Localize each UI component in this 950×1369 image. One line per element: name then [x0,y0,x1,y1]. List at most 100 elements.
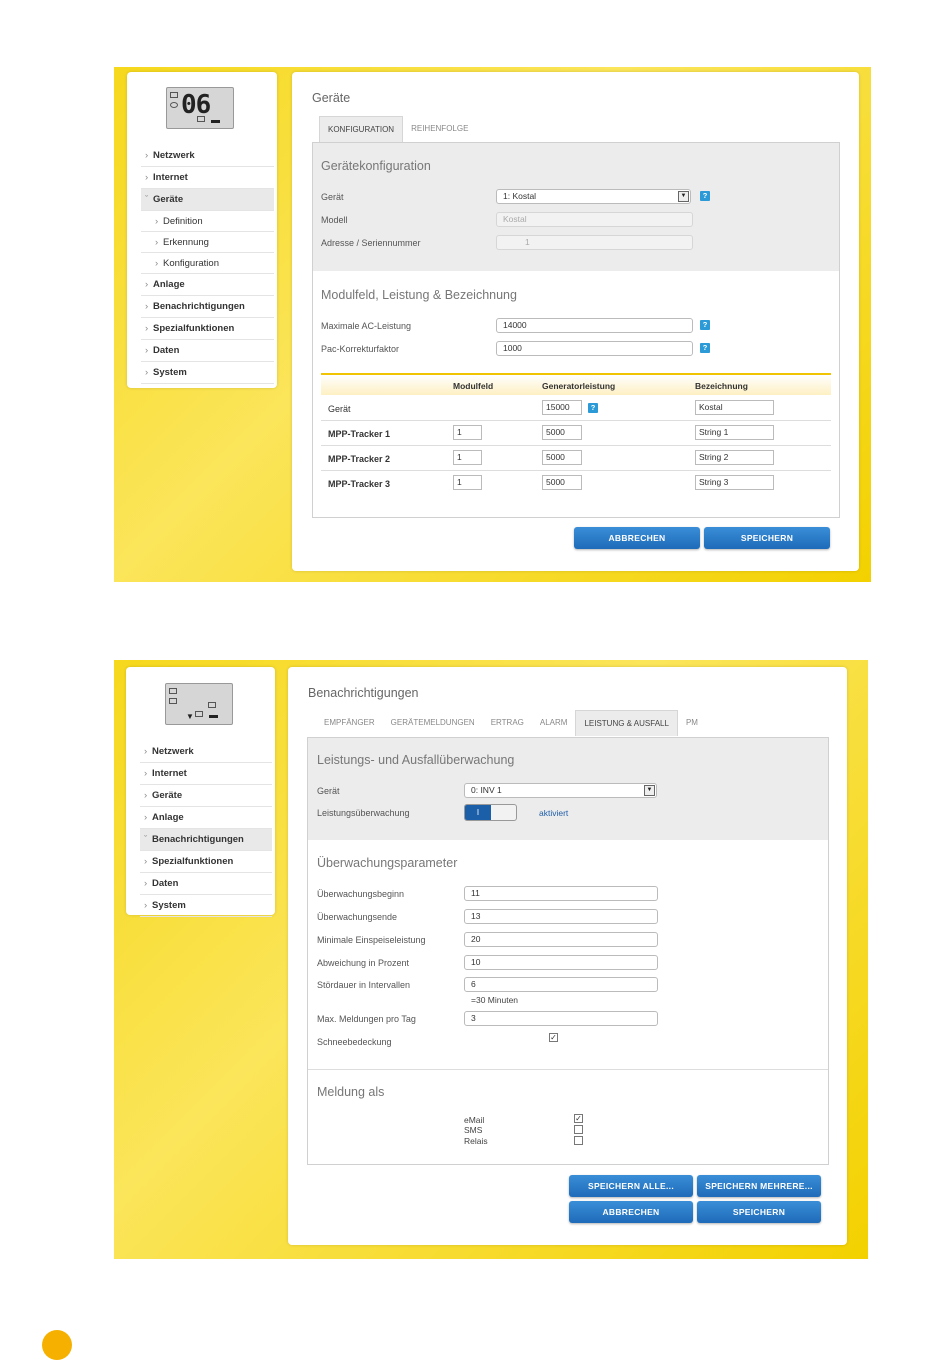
sidebar-item-benachrichtigungen[interactable]: › Benachrichtigungen [141,296,274,318]
sidebar-item-label: Benachrichtigungen [153,301,245,312]
sidebar-item-label: System [152,900,186,911]
sidebar-item-geraete[interactable]: ˇ Geräte [141,189,274,211]
abweichung-input[interactable]: 10 [464,955,658,970]
sidebar-item-netzwerk[interactable]: › Netzwerk [140,741,272,763]
screenshot-benachrichtigungen: ▼ › Netzwerk › Internet › Geräte › Anlage ˇB… [114,660,868,1259]
sidebar-item-label: Netzwerk [153,150,195,161]
ueberwachungsbeginn-input[interactable]: 11 [464,886,658,901]
save-button[interactable]: SPEICHERN [704,527,830,549]
email-checkbox[interactable]: ✓ [574,1114,583,1123]
tab-konfiguration[interactable]: KONFIGURATION [319,116,404,142]
chevron-right-icon: › [145,279,149,290]
tab-geraetemeldungen[interactable]: GERÄTEMELDUNGEN [383,710,483,736]
sidebar-subitem-erkennung[interactable]: › Erkennung [141,232,274,253]
table-row-name: MPP-Tracker 3 [328,479,391,489]
cancel-button[interactable]: ABBRECHEN [574,527,700,549]
tab-pm[interactable]: PM [678,710,706,736]
sidebar-item-label: Geräte [152,790,183,801]
sidebar-item-anlage[interactable]: › Anlage [140,807,272,829]
chevron-down-icon: ▼ [678,191,689,202]
help-icon[interactable]: ? [700,343,710,353]
tab-reihenfolge[interactable]: REIHENFOLGE [403,116,476,142]
save-button[interactable]: SPEICHERN [697,1201,821,1223]
sidebar-subitem-konfiguration[interactable]: › Konfiguration [141,253,274,274]
tab-alarm[interactable]: ALARM [532,710,576,736]
sidebar-item-internet[interactable]: › Internet [141,167,274,189]
bezeichnung-input[interactable]: String 3 [695,475,774,490]
geraet-select-value: 1: Kostal [503,191,537,201]
sidebar-item-label: Spezialfunktionen [152,856,234,867]
sidebar-item-anlage[interactable]: › Anlage [141,274,274,296]
modulfeld-input[interactable]: 1 [453,475,482,490]
chevron-right-icon: › [144,746,148,757]
sidebar-item-label: Erkennung [163,237,209,248]
pac-label: Pac-Korrekturfaktor [321,344,400,354]
tab-empfaenger[interactable]: EMPFÄNGER [316,710,383,736]
sidebar-item-label: Netzwerk [152,746,194,757]
sidebar-item-spezialfunktionen[interactable]: › Spezialfunktionen [141,318,274,340]
help-icon[interactable]: ? [700,320,710,330]
section-title: Gerätekonfiguration [321,159,431,173]
bezeichnung-input[interactable]: String 1 [695,425,774,440]
save-all-button[interactable]: SPEICHERN ALLE... [569,1175,693,1197]
generator-input[interactable]: 5000 [542,450,582,465]
schnee-label: Schneebedeckung [317,1037,392,1047]
stoerdauer-input[interactable]: 6 [464,977,658,992]
ueberwachungsende-input[interactable]: 13 [464,909,658,924]
tab-ertrag[interactable]: ERTRAG [483,710,532,736]
relais-checkbox[interactable] [574,1136,583,1145]
row-divider [321,420,831,421]
generator-input[interactable]: 15000 [542,400,582,415]
sidebar-item-system[interactable]: › System [140,895,272,917]
toggle-status: aktiviert [539,808,569,818]
help-icon[interactable]: ? [700,191,710,201]
param-label: Abweichung in Prozent [317,958,410,968]
sidebar-item-daten[interactable]: › Daten [140,873,272,895]
leistung-toggle[interactable]: I [464,804,517,821]
bezeichnung-input[interactable]: Kostal [695,400,774,415]
sidebar-item-system[interactable]: › System [141,362,274,384]
sidebar-item-geraete[interactable]: › Geräte [140,785,272,807]
max-meldungen-input[interactable]: 3 [464,1011,658,1026]
modulfeld-input[interactable]: 1 [453,425,482,440]
sidebar-item-label: Geräte [153,194,184,205]
section-divider [308,1069,828,1070]
param-label: Minimale Einspeiseleistung [317,935,426,945]
pac-input[interactable]: 1000 [496,341,693,356]
einspeiseleistung-input[interactable]: 20 [464,932,658,947]
sidebar-item-label: Daten [152,878,179,889]
help-icon[interactable]: ? [588,403,598,413]
sidebar-item-netzwerk[interactable]: › Netzwerk [141,145,274,167]
main-content: Geräte KONFIGURATION REIHENFOLGE Gerätek… [292,72,859,571]
modell-field: Kostal [496,212,693,227]
sidebar-subitem-definition[interactable]: › Definition [141,211,274,232]
toggle-on-indicator: I [465,805,491,820]
tab-leistung-ausfall[interactable]: LEISTUNG & AUSFALL [575,710,678,736]
sidebar-item-label: Spezialfunktionen [153,323,235,334]
meldung-label: Relais [464,1136,488,1146]
meldung-label: eMail [464,1115,485,1125]
sidebar-item-benachrichtigungen[interactable]: ˇ Benachrichtigungen [140,829,272,851]
cancel-button[interactable]: ABBRECHEN [569,1201,693,1223]
geraet-select[interactable]: 0: INV 1 ▼ [464,783,657,798]
generator-input[interactable]: 5000 [542,425,582,440]
page-marker-dot [42,1330,72,1360]
modulfeld-input[interactable]: 1 [453,450,482,465]
sidebar-item-internet[interactable]: › Internet [140,763,272,785]
sidebar-item-spezialfunktionen[interactable]: › Spezialfunktionen [140,851,272,873]
section-title: Meldung als [317,1085,385,1099]
geraet-select[interactable]: 1: Kostal ▼ [496,189,691,204]
bezeichnung-input[interactable]: String 2 [695,450,774,465]
max-ac-input[interactable]: 14000 [496,318,693,333]
sms-checkbox[interactable] [574,1125,583,1134]
generator-input[interactable]: 5000 [542,475,582,490]
meldung-label: SMS [464,1125,483,1135]
sidebar-item-daten[interactable]: › Daten [141,340,274,362]
display-arrow-icon: ▼ [186,712,194,721]
table-row-name: MPP-Tracker 1 [328,429,391,439]
chevron-right-icon: › [145,150,149,161]
param-label: Überwachungsende [317,912,398,922]
adresse-field: 1 [496,235,693,250]
schnee-checkbox[interactable]: ✓ [549,1033,558,1042]
save-multiple-button[interactable]: SPEICHERN MEHRERE... [697,1175,821,1197]
